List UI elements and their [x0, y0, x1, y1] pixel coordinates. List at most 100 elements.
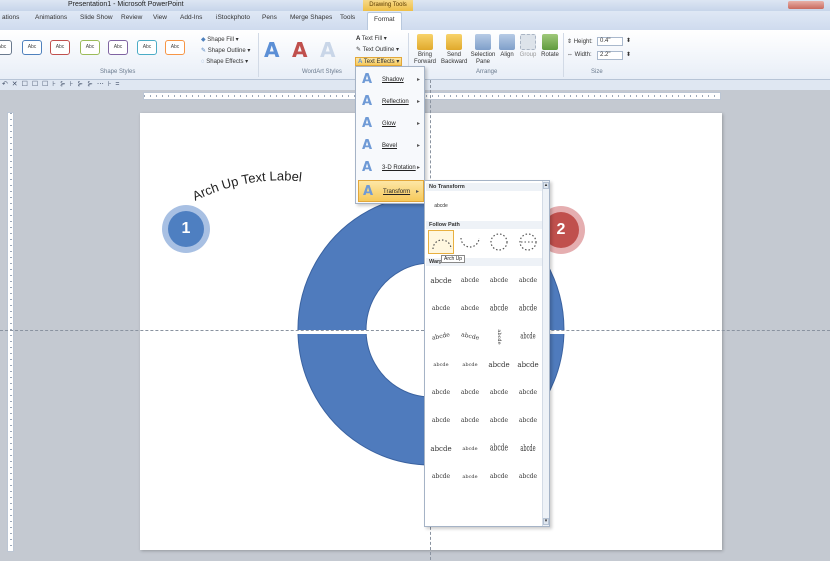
- warp-option[interactable]: abcde: [457, 437, 483, 461]
- warp-option[interactable]: abcde: [457, 353, 483, 377]
- tab-istockphoto[interactable]: iStockphoto: [216, 14, 250, 21]
- text-effects-button[interactable]: A Text Effects ▾: [355, 57, 403, 66]
- warp-option[interactable]: abcde: [428, 297, 454, 321]
- shape-outline-button[interactable]: ✎ Shape Outline ▾: [201, 47, 250, 54]
- wordart-styles-label: WordArt Styles: [302, 69, 342, 75]
- circle-preview: [490, 233, 508, 251]
- shape-style-swatch[interactable]: Abc: [108, 40, 128, 55]
- tab-merge-shapes[interactable]: Merge Shapes: [290, 14, 332, 21]
- width-spinner[interactable]: ⬍: [626, 51, 631, 58]
- selection-pane-icon: [475, 34, 491, 50]
- tab-tools[interactable]: Tools: [340, 14, 355, 21]
- height-icon: ⇕: [567, 39, 574, 45]
- warp-option[interactable]: abcde: [455, 323, 485, 352]
- separator: [258, 33, 259, 77]
- send-backward-button[interactable]: Send Backward: [441, 34, 467, 66]
- shape-style-swatch[interactable]: Abc: [22, 40, 42, 55]
- button-option[interactable]: [515, 230, 541, 254]
- separator: [563, 33, 564, 77]
- warp-option[interactable]: abcde: [457, 465, 483, 489]
- warp-option[interactable]: abcde: [515, 318, 541, 356]
- shape-style-swatch[interactable]: Abc: [137, 40, 157, 55]
- arch-down-preview: [460, 237, 480, 248]
- scroll-down-icon[interactable]: ▾: [543, 518, 549, 525]
- warp-option[interactable]: abcde: [457, 409, 483, 433]
- warp-option[interactable]: abcde: [486, 292, 512, 326]
- no-transform-option[interactable]: abcde: [428, 194, 454, 218]
- shape-fill-button[interactable]: ◆ Shape Fill ▾: [201, 36, 239, 43]
- horizontal-ruler[interactable]: [143, 92, 721, 100]
- warp-option[interactable]: abcde: [486, 353, 512, 377]
- align-button[interactable]: Align: [497, 34, 517, 59]
- width-input[interactable]: 2.2": [597, 51, 623, 60]
- tab-animations[interactable]: Animations: [35, 14, 67, 21]
- shape-style-swatch[interactable]: Abc: [0, 40, 12, 55]
- text-fill-button[interactable]: A Text Fill ▾: [356, 35, 387, 42]
- tab-format[interactable]: Format: [367, 12, 402, 30]
- arch-up-option[interactable]: [428, 230, 454, 254]
- qat-buttons[interactable]: ↶ ✕ ☐ ☐ ☐ ⊦ ⊱ ⊦ ⊱ ⊱ ⋯ ⊦ =: [2, 80, 121, 88]
- height-spinner[interactable]: ⬍: [626, 37, 631, 44]
- warp-option[interactable]: abcde: [457, 297, 483, 321]
- title-bar: Presentation1 - Microsoft PowerPoint Dra…: [0, 0, 830, 11]
- submenu-arrow-icon: ▸: [416, 121, 420, 127]
- tab-view[interactable]: View: [153, 14, 167, 21]
- warp-option[interactable]: abcde: [457, 269, 483, 293]
- warp-option[interactable]: abcde: [426, 323, 456, 352]
- shape-effects-button[interactable]: ◌ Shape Effects ▾: [201, 58, 248, 65]
- warp-option[interactable]: abcde: [428, 381, 454, 405]
- warp-option[interactable]: abcde: [515, 269, 541, 293]
- wordart-style-red[interactable]: A: [292, 38, 307, 62]
- submenu-arrow-icon: ▸: [416, 165, 420, 171]
- shape-style-swatch[interactable]: Abc: [50, 40, 70, 55]
- warp-option[interactable]: abcde: [515, 381, 541, 405]
- wordart-style-light[interactable]: A: [320, 38, 335, 62]
- shape-style-swatch[interactable]: Abc: [80, 40, 100, 55]
- gallery-scrollbar[interactable]: ▴ ▾: [542, 181, 549, 526]
- height-input[interactable]: 0.4": [597, 37, 623, 46]
- arch-down-option[interactable]: [457, 230, 483, 254]
- warp-option[interactable]: abcde: [428, 353, 454, 377]
- tab-animations-partial[interactable]: ations: [2, 14, 19, 21]
- warp-option[interactable]: abcde: [486, 269, 512, 293]
- group-button[interactable]: Group: [518, 34, 538, 59]
- scroll-up-icon[interactable]: ▴: [543, 182, 549, 189]
- arch-up-text-label[interactable]: Arch Up Text Label: [190, 168, 303, 203]
- selection-pane-button[interactable]: Selection Pane: [470, 34, 496, 66]
- tab-pens[interactable]: Pens: [262, 14, 277, 21]
- warp-option[interactable]: abcde: [428, 409, 454, 433]
- warp-option[interactable]: abcde: [515, 465, 541, 489]
- window-title: Presentation1 - Microsoft PowerPoint: [68, 1, 184, 8]
- width-icon: ⇔: [567, 52, 575, 58]
- wordart-style-blue[interactable]: A: [264, 38, 279, 62]
- text-outline-button[interactable]: ✎ Text Outline ▾: [356, 46, 399, 53]
- transform-icon: A: [363, 184, 374, 199]
- horizontal-guide[interactable]: [0, 330, 830, 331]
- tab-add-ins[interactable]: Add-Ins: [180, 14, 202, 21]
- warp-option[interactable]: abcde: [486, 430, 512, 468]
- warp-option[interactable]: abcde: [457, 381, 483, 405]
- warp-option[interactable]: abcde: [486, 381, 512, 405]
- menu-item-bevel[interactable]: A Bevel ▸: [358, 135, 424, 157]
- tab-slide-show[interactable]: Slide Show: [80, 14, 113, 21]
- warp-option[interactable]: abcde: [428, 465, 454, 489]
- circle-option[interactable]: [486, 230, 512, 254]
- warp-option[interactable]: abcde: [487, 324, 511, 350]
- bring-forward-button[interactable]: Bring Forward: [412, 34, 438, 66]
- window-controls[interactable]: [788, 1, 824, 9]
- follow-path-header: Follow Path: [426, 221, 542, 229]
- menu-item-reflection[interactable]: A Reflection ▸: [358, 91, 424, 113]
- shape-style-swatch[interactable]: Abc: [165, 40, 185, 55]
- tab-review[interactable]: Review: [121, 14, 142, 21]
- rotate-button[interactable]: Rotate: [539, 34, 561, 59]
- menu-item-shadow[interactable]: A Shadow ▸: [358, 69, 424, 91]
- rotation-3d-icon: A: [362, 160, 373, 175]
- menu-item-glow[interactable]: A Glow ▸: [358, 113, 424, 135]
- warp-option[interactable]: abcde: [515, 353, 541, 377]
- menu-item-3d-rotation[interactable]: A 3-D Rotation ▸: [358, 157, 424, 179]
- vertical-ruler[interactable]: [7, 112, 14, 552]
- warp-option[interactable]: abcde: [428, 269, 454, 293]
- menu-item-transform[interactable]: A Transform ▸: [358, 180, 424, 202]
- warp-option[interactable]: abcde: [486, 465, 512, 489]
- warp-option[interactable]: abcde: [428, 437, 454, 461]
